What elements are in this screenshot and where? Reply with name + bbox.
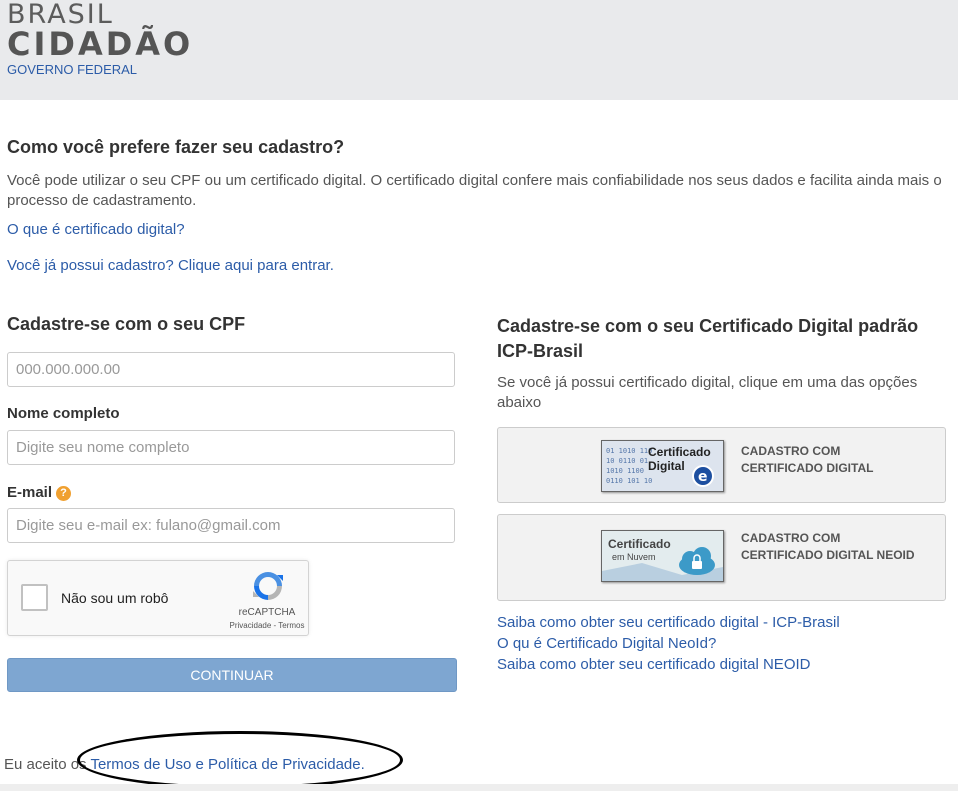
cert-image-line1: Certificado [648,445,711,459]
name-input[interactable] [7,430,455,465]
recaptcha-checkbox[interactable] [21,584,48,611]
recaptcha-icon [253,572,283,600]
terms-link[interactable]: Termos de Uso e Política de Privacidade. [90,756,364,773]
continue-button[interactable]: CONTINUAR [7,658,457,692]
certificate-links: Saiba como obter seu certificado digital… [497,612,840,675]
certificate-neoid-button[interactable]: Certificado em Nuvem CADASTRO COM CERTIF… [497,514,946,601]
certificate-section-title: Cadastre-se com o seu Certificado Digita… [497,316,919,361]
svg-text:0110 101 10: 0110 101 10 [606,477,652,485]
recaptcha-brand: reCAPTCHA [238,607,296,618]
certificate-description: Se você já possui certificado digital, c… [497,374,918,411]
certificate-neoid-label: CADASTRO COM CERTIFICADO DIGITAL NEOID [741,531,915,562]
neoid-info-link[interactable]: Saiba como obter seu certificado digital… [497,656,810,673]
cpf-input[interactable] [7,352,455,387]
intro-text: Você pode utilizar o seu CPF ou um certi… [7,172,942,209]
svg-text:01 1010 110: 01 1010 110 [606,447,652,455]
email-label-row: E-mail? [7,484,72,501]
what-is-certificate-link[interactable]: O que é certificado digital? [7,221,185,238]
logo-governo-federal: GOVERNO FEDERAL [7,62,138,77]
cert-image-line2: Digital [648,459,685,473]
nuvem-image-line2: em Nuvem [612,552,656,562]
nuvem-image-line1: Certificado [608,537,671,551]
bottom-bar [0,784,958,791]
certificado-nuvem-image: Certificado em Nuvem [601,530,724,582]
recaptcha-terms-link[interactable]: Privacidade - Termos [222,621,312,630]
page-title: Como você prefere fazer seu cadastro? [7,137,345,157]
site-header: BRASIL CIDADÃO GOVERNO FEDERAL [0,0,958,100]
certificate-digital-label: CADASTRO COM CERTIFICADO DIGITAL [741,444,874,475]
certificate-digital-button[interactable]: 01 1010 110 10 0110 01 1010 1100 0110 10… [497,427,946,503]
logo-cidadao[interactable]: CIDADÃO [7,25,193,63]
login-link[interactable]: Você já possui cadastro? Clique aqui par… [7,257,334,274]
icp-brasil-info-link[interactable]: Saiba como obter seu certificado digital… [497,614,840,631]
terms-prefix: Eu aceito os [4,756,87,773]
svg-text:e: e [698,469,708,485]
svg-text:10 0110 01: 10 0110 01 [606,457,648,465]
question-circle-icon[interactable]: ? [56,485,72,501]
cpf-section-title: Cadastre-se com o seu CPF [7,314,246,334]
neoid-what-is-link[interactable]: O qu é Certificado Digital NeoId? [497,635,716,652]
svg-text:1010 1100: 1010 1100 [606,467,644,475]
email-input[interactable] [7,508,455,543]
terms-acceptance: Eu aceito os Termos de Uso e Política de… [4,756,365,773]
recaptcha-label: Não sou um robô [61,590,169,606]
email-label: E-mail [7,484,53,501]
certificado-digital-image: 01 1010 110 10 0110 01 1010 1100 0110 10… [601,440,724,492]
name-label: Nome completo [7,405,120,422]
recaptcha-widget: Não sou um robô reCAPTCHA Privacidade - … [7,560,309,636]
